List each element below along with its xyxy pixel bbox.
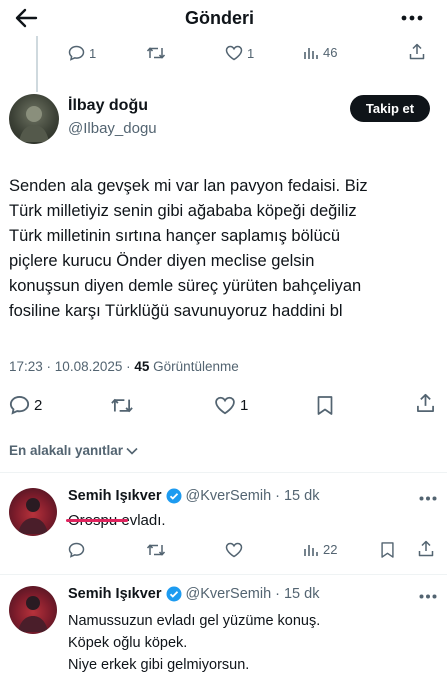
reply-text-line: Niye erkek gibi gelmiyorsun. — [68, 657, 250, 673]
reply1-bookmark-icon[interactable] — [380, 541, 395, 559]
main-author-handle[interactable]: @Ilbay_dogu — [68, 120, 157, 137]
reply-header: Semih Işıkver @KverSemih · 15 dk — [68, 488, 319, 504]
reply-separator: · — [275, 488, 280, 504]
reply-icon — [68, 45, 85, 61]
reply-avatar[interactable] — [9, 488, 57, 536]
heart-icon — [225, 45, 243, 61]
follow-button[interactable]: Takip et — [350, 95, 430, 122]
reply-author-handle[interactable]: @KverSemih — [186, 586, 272, 602]
main-reply-count: 2 — [34, 396, 43, 414]
reply1-reply-icon[interactable] — [68, 542, 85, 558]
parent-like-count: 1 — [247, 45, 255, 61]
main-author-name[interactable]: İlbay doğu — [68, 97, 148, 115]
page-title: Gönderi — [185, 8, 255, 28]
chevron-down-icon — [126, 447, 138, 455]
thread-connector-line — [36, 36, 38, 92]
parent-reply-count: 1 — [89, 45, 97, 61]
verified-badge-icon — [166, 488, 182, 504]
tweet-text-line: piçlere kurucu Önder diyen meclise gelsi… — [9, 252, 315, 270]
heart-icon — [214, 396, 236, 415]
bookmark-icon[interactable] — [316, 395, 334, 416]
reply-author-handle[interactable]: @KverSemih — [186, 488, 272, 504]
reply-author-name[interactable]: Semih Işıkver — [68, 488, 162, 504]
tweet-text-line: Senden ala gevşek mi var lan pavyon feda… — [9, 177, 368, 195]
reply1-retweet-icon[interactable] — [146, 542, 166, 558]
tweet-text-line: Türk milletinin sırtına hançer saplamış … — [9, 227, 341, 245]
reply-icon — [9, 395, 30, 415]
red-strikethrough-mark — [66, 519, 128, 522]
tweet-date[interactable]: 10.08.2025 — [55, 359, 123, 374]
reply-sort-dropdown[interactable]: En alakalı yanıtlar — [9, 443, 138, 458]
tweet-views-label: Görüntülenme — [153, 359, 239, 374]
back-arrow-icon[interactable] — [14, 8, 38, 28]
parent-reply-button[interactable]: 1 — [68, 45, 96, 61]
reply1-views-count: 22 — [323, 542, 338, 557]
tweet-text-line: Türk milletiyiz senin gibi ağababa köpeğ… — [9, 202, 357, 220]
reply-time[interactable]: 15 dk — [284, 586, 319, 602]
reply-header: Semih Işıkver @KverSemih · 15 dk — [68, 586, 319, 602]
main-like-button[interactable]: 1 — [214, 396, 248, 415]
parent-share-icon[interactable] — [408, 43, 426, 61]
main-tweet-text: Senden ala gevşek mi var lan pavyon feda… — [9, 174, 441, 324]
reply-divider — [0, 574, 447, 575]
main-reply-button[interactable]: 2 — [9, 395, 42, 415]
parent-views-count: 46 — [323, 45, 338, 60]
retweet-icon — [146, 45, 166, 61]
section-divider — [0, 472, 447, 473]
reply-avatar[interactable] — [9, 586, 57, 634]
reply-text-line: Köpek oğlu köpek. — [68, 635, 188, 651]
more-options-icon[interactable] — [401, 15, 423, 21]
reply-author-name[interactable]: Semih Işıkver — [68, 586, 162, 602]
views-bar-chart-icon — [303, 46, 319, 60]
reply-text: Namussuzun evladı gel yüzüme konuş. Köpe… — [68, 610, 320, 676]
reply1-views-button[interactable]: 22 — [303, 542, 337, 557]
reply-text-line: Namussuzun evladı gel yüzüme konuş. — [68, 613, 321, 629]
parent-retweet-button[interactable] — [146, 45, 166, 61]
meta-separator: · — [122, 359, 135, 374]
main-like-count: 1 — [240, 397, 249, 414]
main-author-avatar[interactable] — [9, 94, 59, 144]
tweet-text-line: fosiline karşı Türklüğü savunuyoruz hadd… — [9, 302, 343, 320]
tweet-views-count: 45 — [134, 359, 150, 374]
reply1-heart-icon[interactable] — [225, 542, 243, 558]
tweet-meta: 17:23 · 10.08.2025 · 45 Görüntülenme — [9, 359, 239, 374]
reply-more-icon[interactable] — [419, 594, 437, 599]
reply-separator: · — [275, 586, 280, 602]
parent-like-button[interactable]: 1 — [225, 45, 254, 61]
reply-more-icon[interactable] — [419, 496, 437, 501]
meta-separator: · — [42, 359, 55, 374]
parent-views-button[interactable]: 46 — [303, 45, 337, 60]
reply1-share-icon[interactable] — [417, 540, 435, 558]
reply-time[interactable]: 15 dk — [284, 488, 319, 504]
verified-badge-icon — [166, 586, 182, 602]
views-bar-chart-icon — [303, 543, 319, 557]
tweet-time[interactable]: 17:23 — [9, 359, 43, 374]
share-icon[interactable] — [415, 393, 436, 414]
reply-sort-label: En alakalı yanıtlar — [9, 443, 124, 458]
tweet-text-line: konuşsun diyen demle süreç yürüten bahçe… — [9, 277, 362, 295]
main-retweet-icon[interactable] — [110, 396, 134, 415]
